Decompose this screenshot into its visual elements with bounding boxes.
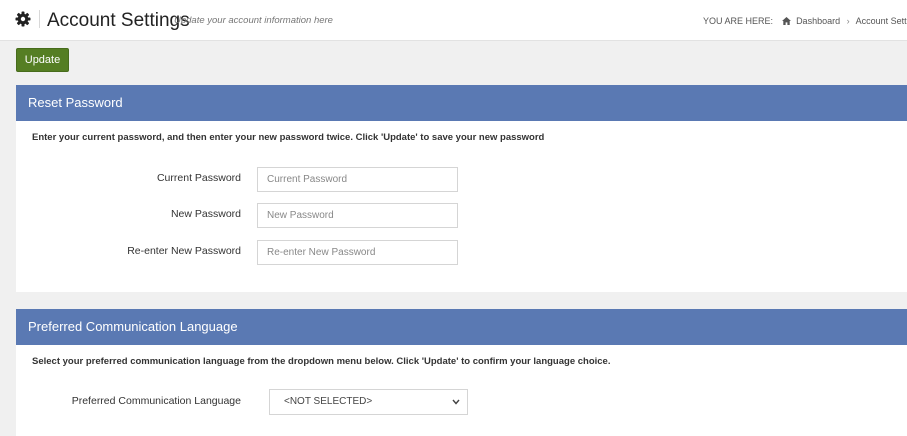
home-icon [781,17,791,25]
page-subtitle: Update your account information here [174,15,333,26]
reset-password-description: Enter your current password, and then en… [32,132,545,143]
language-heading: Preferred Communication Language [16,309,907,345]
language-panel: Preferred Communication Language Select … [16,309,907,436]
reenter-password-input[interactable] [257,240,458,265]
update-button[interactable]: Update [16,48,69,72]
breadcrumb-prefix: YOU ARE HERE: [703,16,774,26]
breadcrumb-item-dashboard[interactable]: Dashboard [796,16,840,26]
new-password-input[interactable] [257,203,458,228]
reenter-password-label: Re-enter New Password [127,245,241,257]
gear-icon [15,11,31,27]
page-header: Account Settings Update your account inf… [0,0,907,41]
current-password-input[interactable] [257,167,458,192]
header-divider [39,10,40,28]
page-title: Account Settings [47,10,190,31]
language-select-value: <NOT SELECTED> [284,396,373,407]
current-password-label: Current Password [156,172,241,184]
language-description: Select your preferred communication lang… [32,356,611,367]
chevron-down-icon [452,399,460,405]
breadcrumb-separator: › [846,16,850,26]
language-label: Preferred Communication Language [71,395,241,407]
breadcrumb-item-current: Account Settings [855,16,907,26]
reset-password-heading: Reset Password [16,85,907,121]
new-password-label: New Password [170,208,241,220]
reset-password-panel: Reset Password Enter your current passwo… [16,85,907,292]
language-select[interactable]: <NOT SELECTED> [269,389,468,415]
breadcrumb: YOU ARE HERE: Dashboard › Account Settin… [703,16,907,27]
